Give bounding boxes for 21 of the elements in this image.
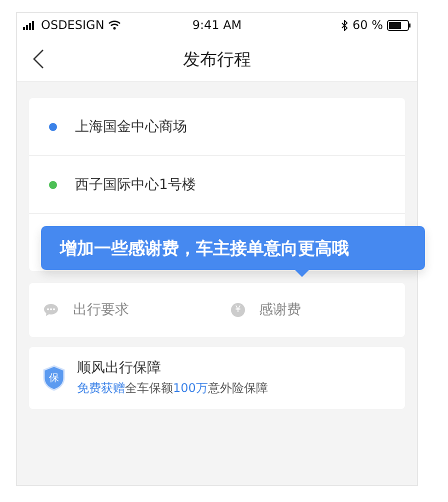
bluetooth-icon	[341, 20, 348, 30]
chat-icon	[43, 303, 59, 317]
insurance-title: 顺风出行保障	[77, 359, 162, 377]
tooltip-pointer	[295, 270, 309, 277]
carrier-name: OSDESIGN	[41, 18, 104, 32]
insurance-description: 免费获赠全车保额100万意外险保障	[77, 380, 268, 397]
location-label[interactable]: 西子国际中心1号楼	[75, 176, 196, 194]
wifi-icon	[108, 20, 122, 30]
insurance-card[interactable]: 保 顺风出行保障 免费获赠全车保额100万意外险保障	[29, 347, 405, 409]
battery-percent: 60 %	[352, 18, 383, 32]
tooltip: 增加一些感谢费，车主接单意向更高哦	[41, 226, 425, 270]
back-icon[interactable]	[33, 49, 44, 69]
option-label[interactable]: 感谢费	[259, 301, 301, 319]
signal-icon	[23, 20, 37, 30]
yen-coin-icon: ¥	[231, 303, 245, 317]
location-label[interactable]: 上海国金中心商场	[75, 118, 187, 136]
shield-icon: 保	[43, 365, 65, 391]
clock-time: 9:41 AM	[192, 18, 242, 32]
battery-icon	[386, 20, 411, 30]
page-title: 发布行程	[183, 48, 251, 70]
option-label[interactable]: 出行要求	[73, 301, 129, 319]
